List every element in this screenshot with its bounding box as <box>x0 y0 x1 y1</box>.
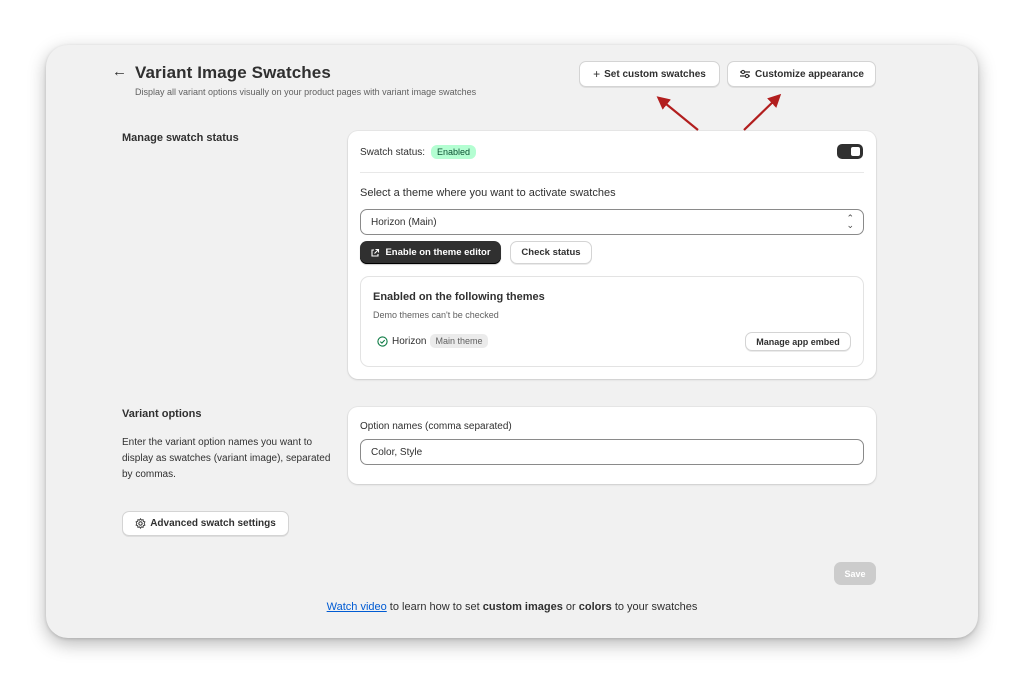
back-arrow-icon[interactable]: ← <box>112 63 127 80</box>
theme-select[interactable]: Horizon (Main) ⌃ ⌄ <box>360 209 864 235</box>
customize-appearance-label: Customize appearance <box>755 68 864 80</box>
footer-bold-2: colors <box>578 601 612 613</box>
theme-select-value: Horizon (Main) <box>371 216 437 228</box>
main-theme-tag: Main theme <box>430 334 488 348</box>
enable-on-theme-editor-button[interactable]: Enable on theme editor <box>360 241 501 264</box>
footer-text-2: or <box>562 601 579 613</box>
external-link-icon <box>370 248 380 258</box>
advanced-settings-label: Advanced swatch settings <box>150 518 276 529</box>
annotation-arrow-right <box>743 93 782 131</box>
divider <box>360 172 864 173</box>
variant-options-title: Variant options <box>122 408 202 420</box>
manage-app-embed-button[interactable]: Manage app embed <box>745 332 851 351</box>
enabled-themes-note: Demo themes can't be checked <box>373 310 499 320</box>
select-chevron-icon: ⌃ ⌄ <box>846 213 854 230</box>
check-circle-icon <box>377 335 388 347</box>
footer-bold-1: custom images <box>482 601 563 613</box>
advanced-swatch-settings-button[interactable]: Advanced swatch settings <box>122 511 289 536</box>
customize-appearance-button[interactable]: Customize appearance <box>727 61 876 87</box>
option-names-input[interactable]: Color, Style <box>360 439 864 465</box>
annotation-arrow-left <box>656 96 699 131</box>
set-custom-swatches-label: Set custom swatches <box>604 68 706 80</box>
theme-prompt: Select a theme where you want to activat… <box>360 187 616 199</box>
save-button[interactable]: Save <box>834 562 876 585</box>
set-custom-swatches-button[interactable]: + Set custom swatches <box>579 61 720 87</box>
save-label: Save <box>844 568 866 579</box>
option-names-label: Option names (comma separated) <box>360 421 512 432</box>
manage-app-embed-label: Manage app embed <box>756 336 840 347</box>
enabled-themes-card: Enabled on the following themes Demo the… <box>360 276 864 367</box>
option-names-value: Color, Style <box>371 446 423 458</box>
page-title: Variant Image Swatches <box>135 63 331 82</box>
theme-row: Horizon Main theme <box>377 334 488 348</box>
status-badge: Enabled <box>431 145 477 159</box>
plus-icon: + <box>593 67 601 81</box>
theme-name: Horizon <box>392 335 427 347</box>
enable-label: Enable on theme editor <box>385 247 491 258</box>
check-status-button[interactable]: Check status <box>510 241 592 264</box>
check-status-label: Check status <box>521 247 581 258</box>
swatch-status-toggle[interactable] <box>837 144 863 159</box>
variant-options-description: Enter the variant option names you want … <box>122 437 331 480</box>
swatch-status-label: Swatch status: <box>360 146 426 158</box>
watch-video-link[interactable]: Watch video <box>327 601 387 613</box>
swatch-status-card: Swatch status: Enabled Select a theme wh… <box>348 131 876 379</box>
page-subtitle: Display all variant options visually on … <box>135 87 477 97</box>
swatch-status-row: Swatch status: Enabled <box>360 145 477 159</box>
sliders-icon <box>739 69 751 79</box>
enabled-themes-title: Enabled on the following themes <box>373 291 545 303</box>
gear-icon <box>135 518 146 529</box>
footer-help: Watch video to learn how to set custom i… <box>46 601 978 613</box>
footer-text-1: to learn how to set <box>386 601 483 613</box>
annotation-arrows <box>656 93 782 131</box>
app-frame: ← Variant Image Swatches Display all var… <box>46 45 978 638</box>
footer-text-3: to your swatches <box>611 601 698 613</box>
manage-status-title: Manage swatch status <box>122 132 239 144</box>
variant-options-card: Option names (comma separated) Color, St… <box>348 407 876 484</box>
